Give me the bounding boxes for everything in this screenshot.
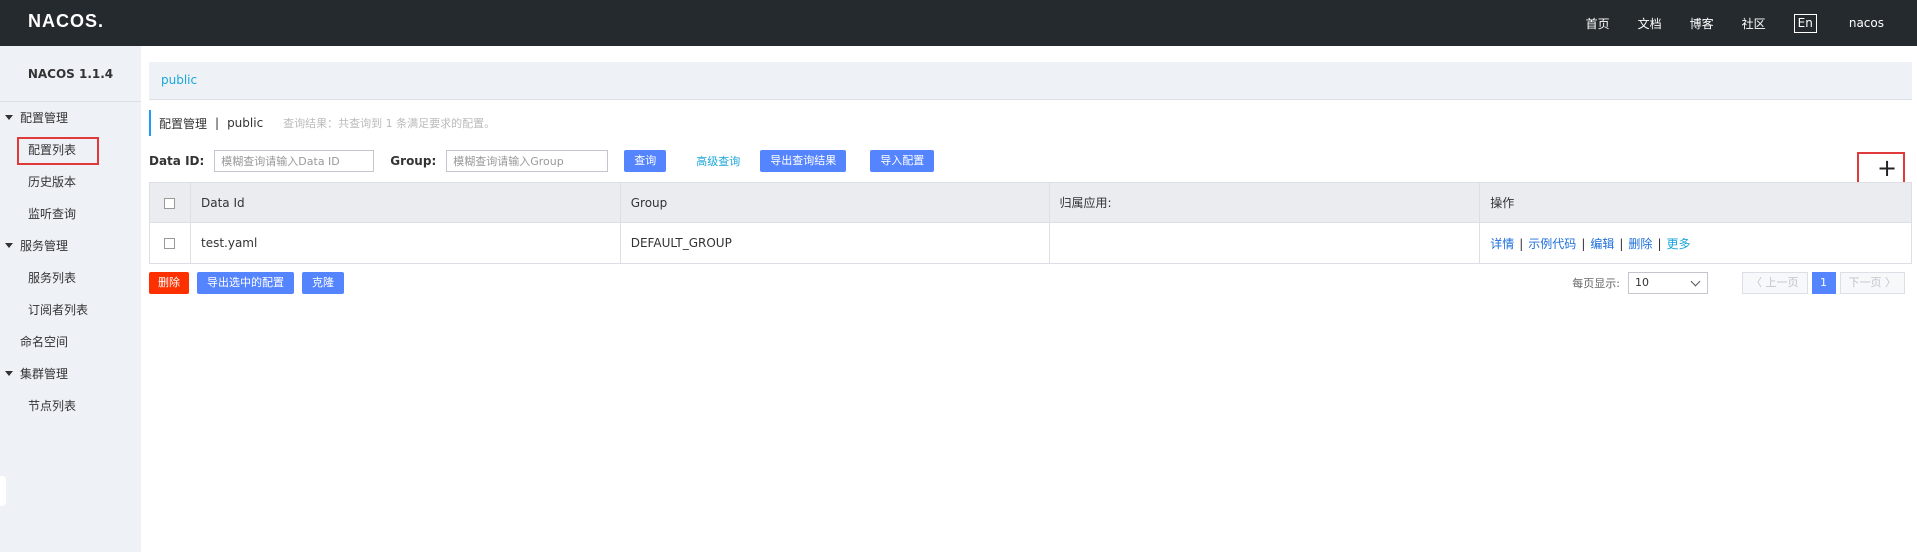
sidebar-item-service-list[interactable]: 服务列表 (0, 262, 141, 294)
delete-button[interactable]: 删除 (149, 272, 189, 294)
op-separator: | (1619, 236, 1624, 251)
nacos-logo[interactable]: NACOS. (28, 11, 104, 32)
sidebar-group-config[interactable]: 配置管理 (0, 102, 141, 134)
table-header-row: Data Id Group 归属应用: 操作 (149, 182, 1912, 223)
chevron-down-icon (1690, 276, 1701, 287)
config-table: Data Id Group 归属应用: 操作 test.yaml DEFAULT… (149, 182, 1912, 264)
cell-app (1048, 222, 1481, 264)
sidebar-group-cluster[interactable]: 集群管理 (0, 358, 141, 390)
cell-group: DEFAULT_GROUP (619, 222, 1050, 264)
sample-code-link[interactable]: 示例代码 (1528, 237, 1576, 251)
highlight-box (17, 137, 99, 165)
page-title-text: 配置管理 (159, 116, 208, 131)
sidebar-item-config-list[interactable]: 配置列表 (0, 134, 141, 166)
group-input[interactable] (446, 150, 609, 172)
advanced-query-link[interactable]: 高级查询 (696, 153, 740, 169)
op-separator: | (1519, 236, 1524, 251)
column-header[interactable]: 归属应用: (1048, 182, 1481, 223)
top-nav: 首页 文档 博客 社区 En nacos (1558, 0, 1917, 46)
sidebar-item-namespace[interactable]: 命名空间 (0, 326, 141, 358)
page-title-namespace: public (227, 116, 264, 130)
import-config-button[interactable]: 导入配置 (870, 150, 935, 172)
sidebar-item-listener-query[interactable]: 监听查询 (0, 198, 141, 230)
sidebar-group-service[interactable]: 服务管理 (0, 230, 141, 262)
clone-button[interactable]: 克隆 (302, 272, 344, 294)
search-row: Data ID: Group: 查询 高级查询 导出查询结果 导入配置 (149, 148, 935, 174)
delete-link[interactable]: 删除 (1628, 237, 1652, 251)
details-link[interactable]: 详情 (1490, 237, 1514, 251)
row-checkbox[interactable] (164, 238, 176, 249)
page-1-button[interactable]: 1 (1811, 272, 1836, 294)
caret-down-icon (5, 243, 13, 248)
column-header[interactable]: Data Id (189, 182, 621, 223)
sidebar-group-label: 配置管理 (20, 111, 69, 125)
version-label: NACOS 1.1.4 (0, 46, 141, 102)
sidebar-group-label: 服务管理 (20, 239, 69, 253)
namespace-tab-public[interactable]: public (161, 73, 197, 87)
table-row: test.yaml DEFAULT_GROUP 详情 | 示例代码 | 编辑 | 删除 | 更多 (149, 222, 1912, 264)
column-header[interactable]: Group (619, 182, 1050, 223)
caret-down-icon (5, 371, 13, 376)
nav-community[interactable]: 社区 (1742, 15, 1766, 32)
more-link[interactable]: 更多 (1666, 237, 1690, 251)
add-config-plus-icon[interactable]: + (1877, 154, 1897, 182)
sidebar-item-subscribers[interactable]: 订阅者列表 (0, 294, 141, 326)
namespace-bar: public (149, 62, 1912, 100)
query-button[interactable]: 查询 (624, 150, 667, 172)
nav-home[interactable]: 首页 (1586, 15, 1610, 32)
nav-blog[interactable]: 博客 (1690, 15, 1714, 32)
column-header: 操作 (1479, 182, 1912, 223)
next-page-button[interactable]: 下一页 〉 (1839, 272, 1905, 294)
per-page-value: 10 (1635, 276, 1649, 289)
bulk-actions: 删除 导出选中的配置 克隆 (149, 272, 344, 294)
edit-link[interactable]: 编辑 (1590, 237, 1614, 251)
sidebar-group-label: 集群管理 (20, 367, 69, 381)
page-title: 配置管理 | public 查询结果：共查询到 1 条满足要求的配置。 (149, 110, 495, 136)
export-results-button[interactable]: 导出查询结果 (760, 150, 847, 172)
sidebar-collapse-handle[interactable] (0, 476, 6, 506)
per-page-select[interactable]: 10 (1628, 272, 1708, 294)
sidebar: NACOS 1.1.4 配置管理 配置列表 历史版本 监听查询 服务管理 服务列… (0, 46, 141, 552)
row-operations: 详情 | 示例代码 | 编辑 | 删除 | 更多 (1479, 222, 1912, 264)
pagination: 每页显示: 10 〈 上一页 1 下一页 〉 (1572, 272, 1905, 294)
prev-page-button[interactable]: 〈 上一页 (1742, 272, 1808, 294)
main-content: public 配置管理 | public 查询结果：共查询到 1 条满足要求的配… (141, 46, 1917, 552)
top-header: NACOS. 首页 文档 博客 社区 En nacos (0, 0, 1917, 46)
cell-data-id: test.yaml (189, 222, 621, 264)
sidebar-item-node-list[interactable]: 节点列表 (0, 390, 141, 422)
sidebar-item-history[interactable]: 历史版本 (0, 166, 141, 198)
title-separator: | (215, 116, 220, 130)
op-separator: | (1581, 236, 1586, 251)
select-all-checkbox[interactable] (164, 197, 176, 209)
result-hint: 查询结果：共查询到 1 条满足要求的配置。 (283, 117, 496, 130)
dataid-input[interactable] (214, 150, 375, 172)
group-label: Group: (390, 154, 437, 168)
user-menu[interactable]: nacos (1849, 16, 1884, 30)
dataid-label: Data ID: (149, 154, 205, 168)
per-page-label: 每页显示: (1572, 277, 1620, 290)
export-selected-button[interactable]: 导出选中的配置 (197, 272, 294, 294)
nav-docs[interactable]: 文档 (1638, 15, 1662, 32)
language-toggle[interactable]: En (1793, 13, 1817, 33)
op-separator: | (1657, 236, 1662, 251)
caret-down-icon (5, 115, 13, 120)
